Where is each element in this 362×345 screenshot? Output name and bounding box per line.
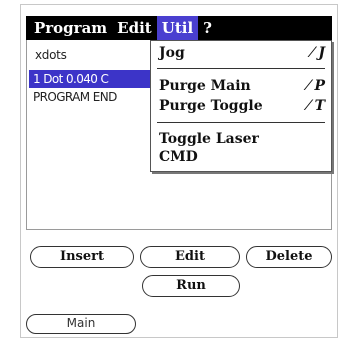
menu-bar: Program Edit Util ? xyxy=(26,16,332,40)
list-header: xdots xyxy=(35,48,67,62)
util-dropdown-menu: Jog ⁄ J Purge Main ⁄ P Purge Toggle ⁄ T … xyxy=(150,40,332,172)
menu-item-label: Purge Toggle xyxy=(159,98,263,114)
run-button[interactable]: Run xyxy=(142,275,240,297)
menu-util[interactable]: Util xyxy=(156,16,199,40)
menu-item-purge-main[interactable]: Purge Main ⁄ P xyxy=(159,76,325,96)
menu-program[interactable]: Program xyxy=(26,16,112,40)
menu-item-shortcut: ⁄ P xyxy=(307,78,325,94)
menu-item-shortcut: ⁄ T xyxy=(307,98,325,114)
palm-screen: Program Edit Util ? xdots 1 Dot 0.040 C … xyxy=(0,0,362,345)
menu-item-shortcut: ⁄ J xyxy=(311,45,325,61)
menu-separator xyxy=(157,68,325,69)
insert-button[interactable]: Insert xyxy=(30,246,134,268)
menu-separator xyxy=(157,122,325,123)
menu-item-jog[interactable]: Jog ⁄ J xyxy=(159,43,325,63)
main-button[interactable]: Main xyxy=(26,314,136,334)
menu-item-label: CMD xyxy=(159,149,198,165)
menu-item-toggle-laser[interactable]: Toggle Laser xyxy=(159,129,325,149)
delete-button[interactable]: Delete xyxy=(246,246,332,268)
edit-button[interactable]: Edit xyxy=(140,246,240,268)
menu-edit[interactable]: Edit xyxy=(112,16,157,40)
menu-help[interactable]: ? xyxy=(198,16,217,40)
menu-item-label: Jog xyxy=(159,45,185,61)
menu-item-label: Purge Main xyxy=(159,78,251,94)
menu-item-label: Toggle Laser xyxy=(159,131,259,147)
menu-item-purge-toggle[interactable]: Purge Toggle ⁄ T xyxy=(159,96,325,116)
menu-item-cmd[interactable]: CMD xyxy=(159,147,325,167)
